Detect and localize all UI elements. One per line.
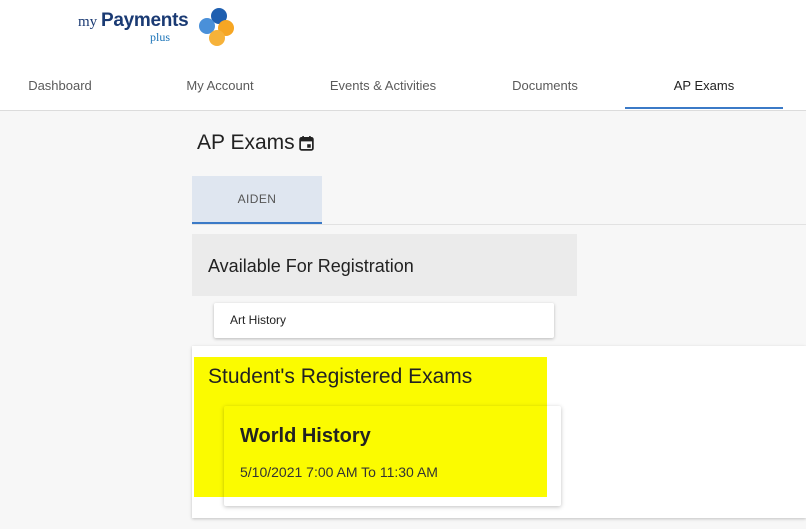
page-title-text: AP Exams	[197, 131, 295, 154]
nav-tab-dashboard[interactable]: Dashboard	[0, 64, 120, 108]
registered-exam-card[interactable]	[224, 406, 561, 506]
tab-divider	[192, 224, 806, 225]
registered-exam-name: World History	[240, 425, 371, 447]
registered-exam-time: 5/10/2021 7:00 AM To 11:30 AM	[240, 464, 438, 480]
app-header: my Payments plus	[0, 0, 806, 56]
main-nav: Dashboard My Account Events & Activities…	[0, 64, 806, 111]
nav-tab-ap-exams[interactable]: AP Exams	[625, 64, 783, 108]
registered-exams-title: Student's Registered Exams	[208, 365, 473, 388]
active-tab-indicator	[625, 107, 783, 109]
available-exam-card[interactable]: Art History	[214, 303, 554, 338]
nav-tab-my-account[interactable]: My Account	[160, 64, 280, 108]
student-tab-aiden[interactable]: AIDEN	[192, 176, 322, 224]
logo-mark-icon	[199, 8, 234, 46]
available-registration-title: Available For Registration	[208, 256, 414, 276]
available-exam-label: Art History	[230, 313, 287, 327]
nav-tab-documents[interactable]: Documents	[485, 64, 605, 108]
logo-payments-text: Payments	[101, 10, 189, 31]
calendar-icon	[298, 135, 314, 151]
nav-tab-events-activities[interactable]: Events & Activities	[315, 64, 451, 108]
mypaymentsplus-logo[interactable]: my Payments plus	[78, 6, 238, 50]
page-title: AP Exams	[197, 131, 315, 155]
logo-plus-text: plus	[150, 30, 171, 44]
logo-my-text: my	[78, 14, 98, 30]
